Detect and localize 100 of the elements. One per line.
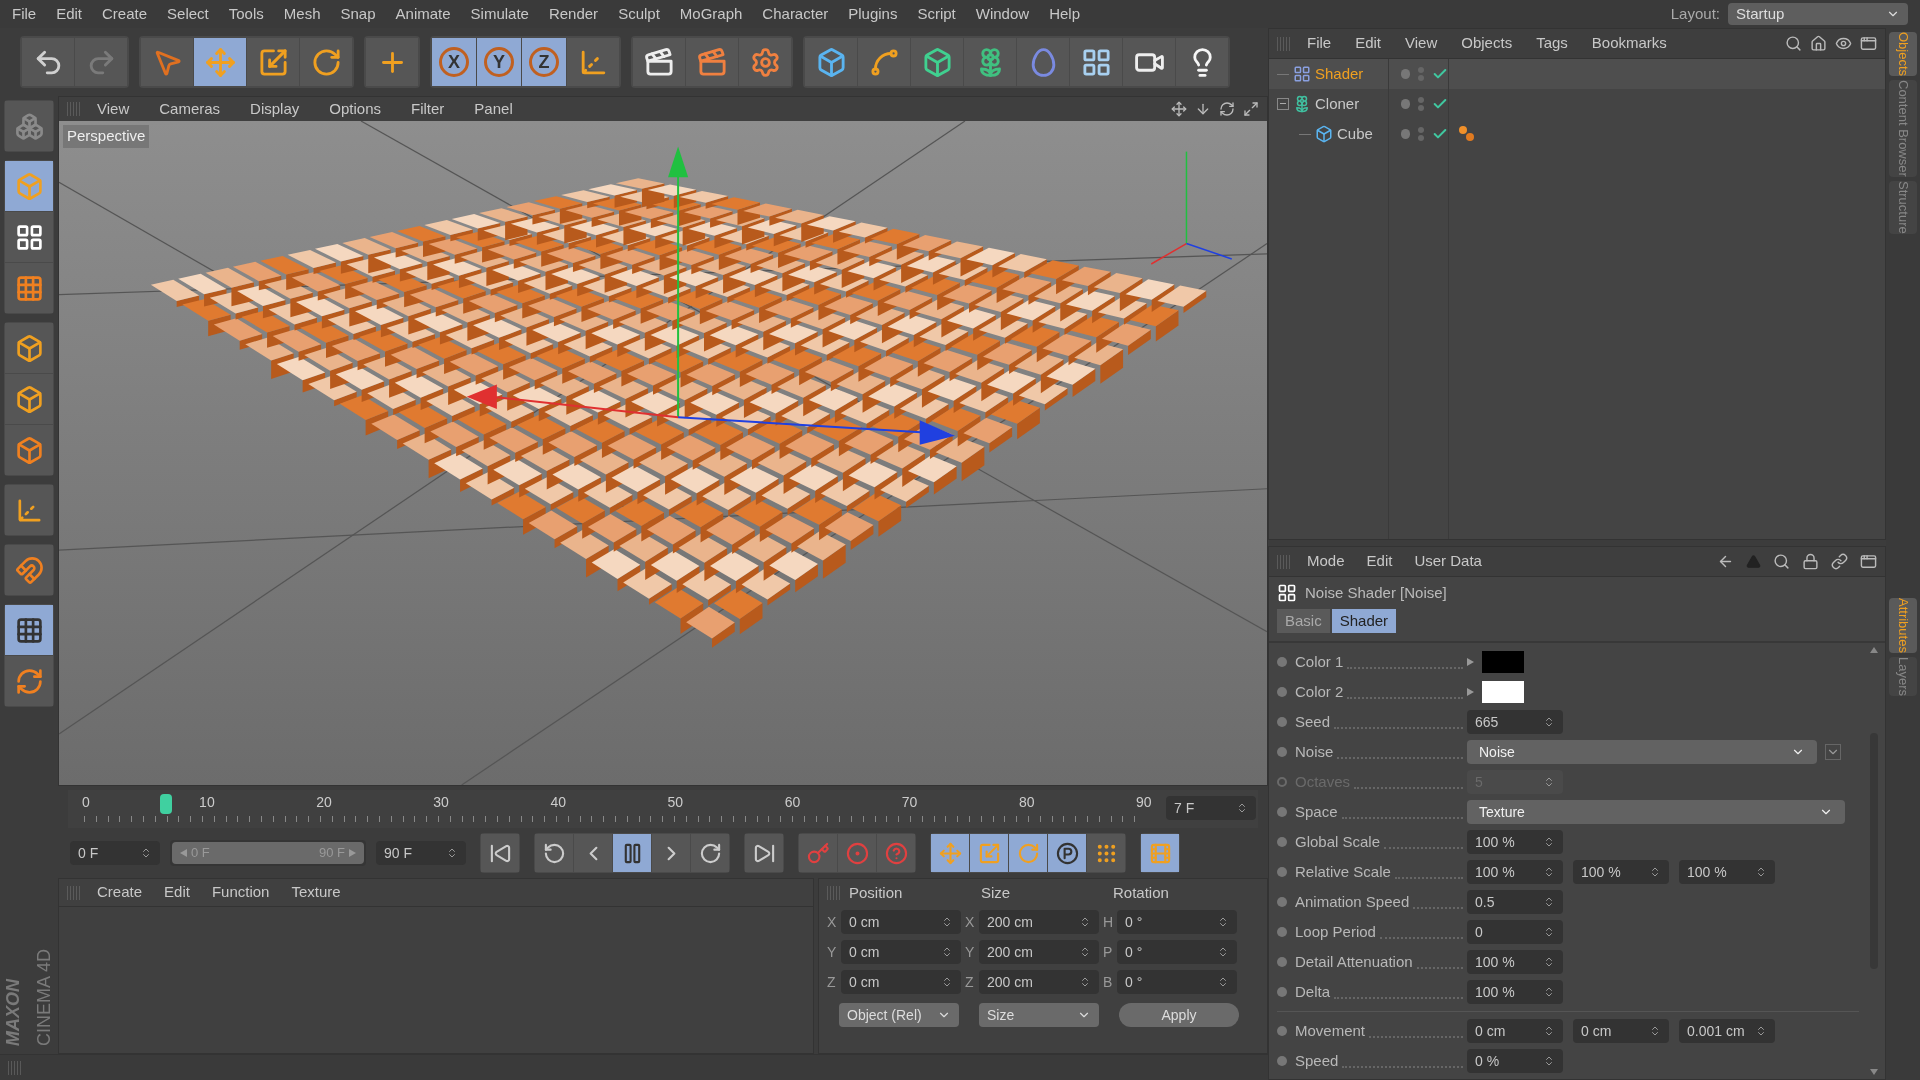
- cube-button[interactable]: [5, 425, 53, 475]
- number-field[interactable]: 100 %: [1467, 950, 1563, 974]
- number-field[interactable]: 0 cm: [1467, 1019, 1563, 1043]
- menu-item[interactable]: Cameras: [159, 97, 221, 121]
- skip-forward-button[interactable]: [745, 834, 783, 872]
- menu-item[interactable]: File: [1307, 32, 1332, 55]
- eye-icon[interactable]: [1835, 35, 1852, 52]
- menu-item[interactable]: Objects: [1461, 32, 1513, 55]
- menu-item[interactable]: Function: [211, 881, 270, 904]
- color-swatch[interactable]: [1482, 681, 1524, 703]
- axis-lock-button[interactable]: Z: [522, 38, 566, 86]
- menu-item[interactable]: Options: [329, 97, 381, 121]
- menu-item[interactable]: Snap: [340, 2, 376, 26]
- video-camera-button[interactable]: [1123, 38, 1175, 86]
- menu-item[interactable]: Bookmarks: [1591, 32, 1667, 55]
- number-field[interactable]: 100 %: [1679, 860, 1775, 884]
- search-icon[interactable]: [1785, 35, 1802, 52]
- mode-dropdown[interactable]: Object (Rel): [839, 1003, 959, 1027]
- menu-item[interactable]: Create: [102, 2, 148, 26]
- tag-icon[interactable]: [1457, 124, 1477, 144]
- axis-lock-button[interactable]: Y: [477, 38, 521, 86]
- clapperboard-button[interactable]: [686, 38, 738, 86]
- step-forward-button[interactable]: [652, 834, 690, 872]
- number-field[interactable]: 0 cm: [841, 910, 961, 934]
- undo-button[interactable]: [22, 38, 74, 86]
- number-field[interactable]: 0 °: [1117, 910, 1237, 934]
- menu-item[interactable]: Character: [762, 2, 829, 26]
- menu-item[interactable]: Mesh: [283, 2, 321, 26]
- mode-dropdown[interactable]: Size: [979, 1003, 1099, 1027]
- frame-field[interactable]: 7 F: [1166, 796, 1256, 820]
- menu-item[interactable]: File: [12, 2, 37, 26]
- up-arrow-icon[interactable]: [1746, 554, 1761, 569]
- window-icon[interactable]: [1860, 35, 1877, 52]
- skip-back-button[interactable]: [481, 834, 519, 872]
- maximize-icon[interactable]: [1243, 101, 1259, 117]
- editor-visibility-icon[interactable]: [1418, 127, 1424, 141]
- menu-item[interactable]: Render: [548, 2, 599, 26]
- rotate-button[interactable]: [300, 38, 352, 86]
- key-button[interactable]: [799, 834, 837, 872]
- link-icon[interactable]: [1831, 553, 1848, 570]
- cube-button[interactable]: [805, 38, 857, 86]
- menu-item[interactable]: Texture: [291, 881, 341, 904]
- number-field[interactable]: 665: [1467, 710, 1563, 734]
- lightbulb-button[interactable]: [1176, 38, 1228, 86]
- layout-dropdown[interactable]: Startup: [1728, 3, 1908, 25]
- menu-item[interactable]: Animate: [395, 2, 451, 26]
- menu-item[interactable]: Display: [250, 97, 300, 121]
- playhead[interactable]: [160, 794, 173, 814]
- pause-button[interactable]: [613, 834, 651, 872]
- menu-item[interactable]: Edit: [56, 2, 83, 26]
- number-field[interactable]: 0.001 cm: [1679, 1019, 1775, 1043]
- record-button[interactable]: [838, 834, 876, 872]
- number-field[interactable]: 0 °: [1117, 940, 1237, 964]
- viewport[interactable]: Perspective: [59, 121, 1267, 785]
- axis-lock-button[interactable]: X: [432, 38, 476, 86]
- menu-item[interactable]: Tools: [228, 2, 264, 26]
- axis-button[interactable]: [5, 485, 53, 535]
- dropdown-field[interactable]: Texture: [1467, 800, 1845, 824]
- number-field[interactable]: 200 cm: [979, 940, 1099, 964]
- number-field[interactable]: 0 cm: [841, 940, 961, 964]
- menu-item[interactable]: Edit: [164, 881, 190, 904]
- grip-button[interactable]: [1087, 834, 1125, 872]
- menu-item[interactable]: Sculpt: [618, 2, 660, 26]
- menu-item[interactable]: Filter: [411, 97, 445, 121]
- number-field[interactable]: 100 %: [1573, 860, 1669, 884]
- number-field[interactable]: 100 %: [1467, 860, 1563, 884]
- parameter-button[interactable]: [1048, 834, 1086, 872]
- rotate-button[interactable]: [5, 656, 53, 706]
- number-field[interactable]: 0: [1467, 920, 1563, 944]
- rotate-button[interactable]: [691, 834, 729, 872]
- help-button[interactable]: [877, 834, 915, 872]
- menu-item[interactable]: Edit: [1366, 550, 1393, 573]
- menu-item[interactable]: Script: [917, 2, 956, 26]
- start-frame-field[interactable]: 0 F: [70, 841, 160, 865]
- number-field[interactable]: 0 °: [1117, 970, 1237, 994]
- number-field[interactable]: 0 cm: [841, 970, 961, 994]
- pointer-button[interactable]: [141, 38, 193, 86]
- number-field[interactable]: 0.5: [1467, 890, 1563, 914]
- grid-button[interactable]: [1070, 38, 1122, 86]
- scale-button[interactable]: [247, 38, 299, 86]
- axis-button[interactable]: [567, 38, 619, 86]
- menu-item[interactable]: Window: [975, 2, 1030, 26]
- apply-button[interactable]: Apply: [1119, 1003, 1239, 1027]
- pan-icon[interactable]: [1171, 101, 1187, 117]
- number-field[interactable]: 100 %: [1467, 980, 1563, 1004]
- step-back-button[interactable]: [574, 834, 612, 872]
- search-icon[interactable]: [1773, 553, 1790, 570]
- color-swatch[interactable]: [1482, 651, 1524, 673]
- menu-item[interactable]: User Data: [1414, 550, 1482, 573]
- clapperboard-button[interactable]: [633, 38, 685, 86]
- object-row[interactable]: Shader: [1269, 59, 1885, 89]
- menu-item[interactable]: Mode: [1307, 550, 1345, 573]
- magnet-button[interactable]: [5, 545, 53, 595]
- menu-item[interactable]: MoGraph: [679, 2, 743, 26]
- menu-item[interactable]: Create: [97, 881, 143, 904]
- gear-button[interactable]: [739, 38, 791, 86]
- menu-item[interactable]: Edit: [1355, 32, 1382, 55]
- flower-button[interactable]: [964, 38, 1016, 86]
- menu-item[interactable]: Select: [167, 2, 209, 26]
- cube-button[interactable]: [5, 323, 53, 373]
